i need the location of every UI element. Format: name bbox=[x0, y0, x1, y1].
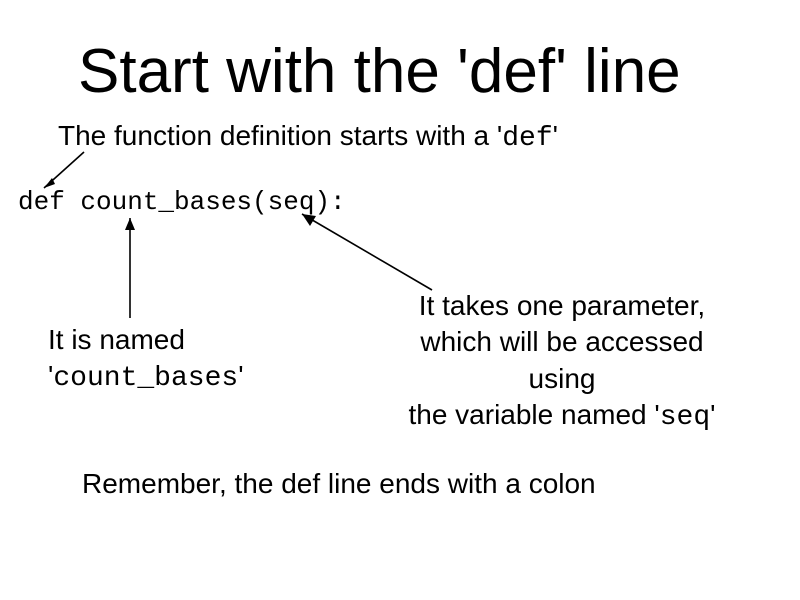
annotation-name-code: count_bases bbox=[53, 363, 238, 394]
annotation-param-line4: the variable named 'seq' bbox=[372, 397, 752, 436]
annotation-param-prefix: the variable named ' bbox=[408, 399, 659, 430]
subtitle-text: The function definition starts with a 'd… bbox=[58, 120, 558, 154]
slide-title: Start with the 'def' line bbox=[78, 36, 681, 107]
arrow-line-to-param bbox=[302, 214, 432, 290]
subtitle-suffix: ' bbox=[553, 120, 558, 151]
subtitle-code: def bbox=[502, 123, 552, 154]
annotation-param-code: seq bbox=[660, 402, 710, 433]
annotation-param-label: It takes one parameter, which will be ac… bbox=[372, 288, 752, 437]
annotation-param-suffix: ' bbox=[710, 399, 715, 430]
annotation-param-line2: which will be accessed bbox=[372, 324, 752, 360]
annotation-name-suffix: ' bbox=[238, 360, 243, 391]
code-line: def count_bases(seq): bbox=[18, 187, 346, 217]
arrow-line-to-def bbox=[44, 152, 84, 188]
annotation-name-label: It is named 'count_bases' bbox=[48, 322, 244, 398]
arrow-head-to-name bbox=[125, 218, 135, 230]
annotation-param-line3: using bbox=[372, 361, 752, 397]
annotation-name-line2: 'count_bases' bbox=[48, 358, 244, 397]
annotation-name-line1: It is named bbox=[48, 322, 244, 358]
subtitle-prefix: The function definition starts with a ' bbox=[58, 120, 502, 151]
footer-note: Remember, the def line ends with a colon bbox=[82, 468, 596, 500]
annotation-param-line1: It takes one parameter, bbox=[372, 288, 752, 324]
